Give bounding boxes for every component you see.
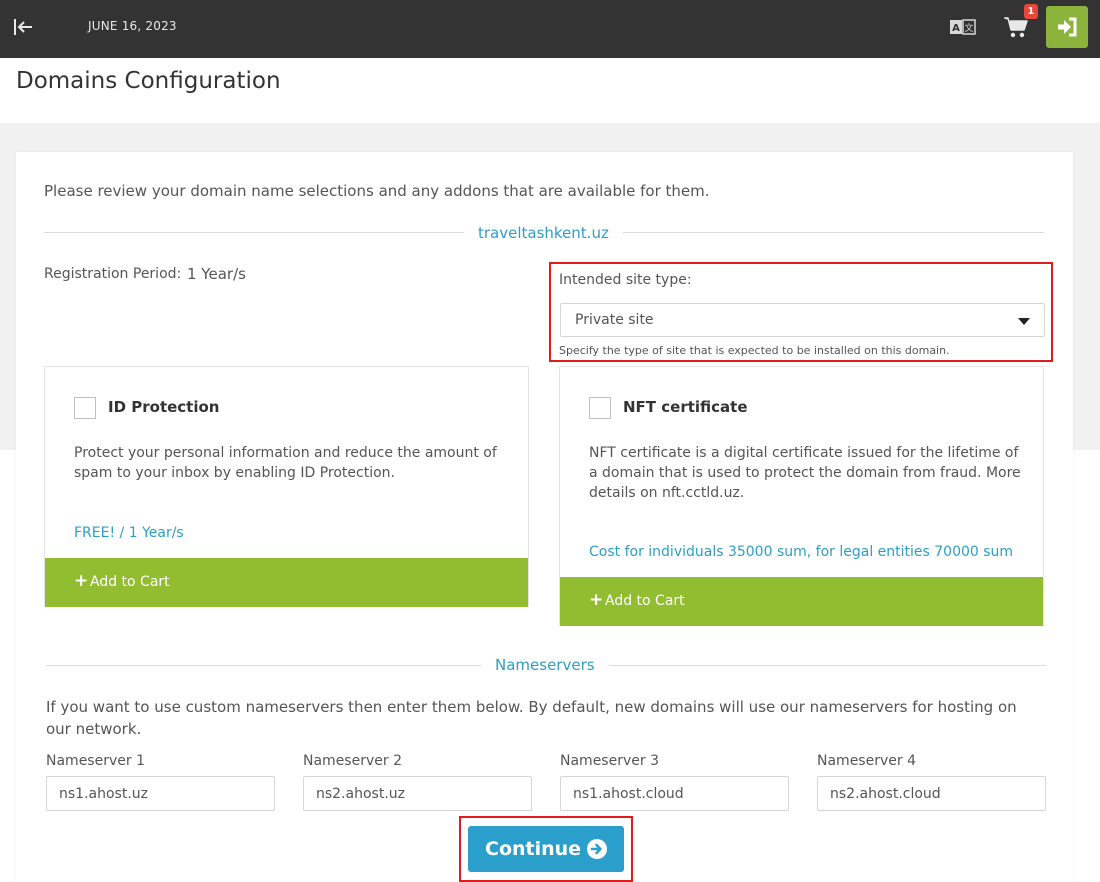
id-protection-checkbox[interactable] — [74, 397, 96, 419]
nameserver-1-input[interactable] — [46, 776, 275, 811]
add-to-cart-label: Add to Cart — [605, 593, 685, 609]
site-type-label: Intended site type: — [559, 272, 692, 288]
plus-icon: + — [589, 590, 604, 610]
plus-icon: + — [74, 571, 89, 591]
continue-button[interactable]: Continue — [468, 826, 624, 872]
nft-certificate-add-to-cart-button[interactable]: + Add to Cart — [560, 577, 1043, 626]
addon-name: NFT certificate — [623, 398, 748, 416]
svg-text:文: 文 — [964, 22, 973, 34]
site-type-help: Specify the type of site that is expecte… — [559, 344, 950, 357]
top-bar: JUNE 16, 2023 A 文 1 — [0, 0, 1100, 58]
svg-text:A: A — [952, 23, 960, 34]
nameserver-2-input[interactable] — [303, 776, 532, 811]
site-type-selected-value: Private site — [575, 312, 654, 328]
nameserver-1-label: Nameserver 1 — [46, 753, 145, 769]
site-type-select[interactable]: Private site — [560, 303, 1045, 337]
addon-price: Cost for individuals 35000 sum, for lega… — [589, 544, 1014, 560]
cart-count-badge: 1 — [1024, 4, 1038, 19]
login-button[interactable] — [1046, 6, 1088, 48]
nameserver-3-input[interactable] — [560, 776, 789, 811]
addon-price: FREE! / 1 Year/s — [74, 525, 184, 541]
site-type-section: Intended site type: Private site Specify… — [549, 262, 1053, 362]
arrow-circle-right-icon — [587, 839, 607, 859]
login-icon — [1058, 17, 1077, 37]
addon-description: Protect your personal information and re… — [74, 445, 497, 481]
nft-certificate-checkbox[interactable] — [589, 397, 611, 419]
nameservers-intro: If you want to use custom nameservers th… — [46, 698, 1017, 738]
addon-description: NFT certificate is a digital certificate… — [589, 445, 1021, 501]
add-to-cart-label: Add to Cart — [90, 574, 170, 590]
page-title: Domains Configuration — [16, 68, 281, 94]
registration-period-label: Registration Period: — [44, 266, 182, 282]
nameserver-4-label: Nameserver 4 — [817, 753, 916, 769]
addon-name: ID Protection — [108, 398, 220, 416]
collapse-sidebar-icon[interactable] — [12, 16, 34, 38]
registration-period-value: 1 Year/s — [187, 265, 246, 283]
nameservers-heading: Nameservers — [481, 656, 609, 674]
nameserver-2-label: Nameserver 2 — [303, 753, 402, 769]
current-date: JUNE 16, 2023 — [88, 19, 177, 33]
addon-nft-certificate: NFT certificate NFT certificate is a dig… — [559, 366, 1044, 626]
page-header: Domains Configuration — [0, 58, 1100, 123]
domain-name-heading: traveltashkent.uz — [464, 224, 623, 242]
config-intro: Please review your domain name selection… — [44, 182, 710, 200]
id-protection-add-to-cart-button[interactable]: + Add to Cart — [45, 558, 528, 607]
translate-icon[interactable]: A 文 — [950, 19, 976, 35]
continue-label: Continue — [485, 838, 582, 860]
continue-highlight: Continue — [459, 816, 633, 882]
domain-config-card: Please review your domain name selection… — [16, 152, 1073, 882]
caret-down-icon — [1018, 318, 1030, 325]
addon-id-protection: ID Protection Protect your personal info… — [44, 366, 529, 607]
nameserver-3-label: Nameserver 3 — [560, 753, 659, 769]
nameserver-4-input[interactable] — [817, 776, 1046, 811]
